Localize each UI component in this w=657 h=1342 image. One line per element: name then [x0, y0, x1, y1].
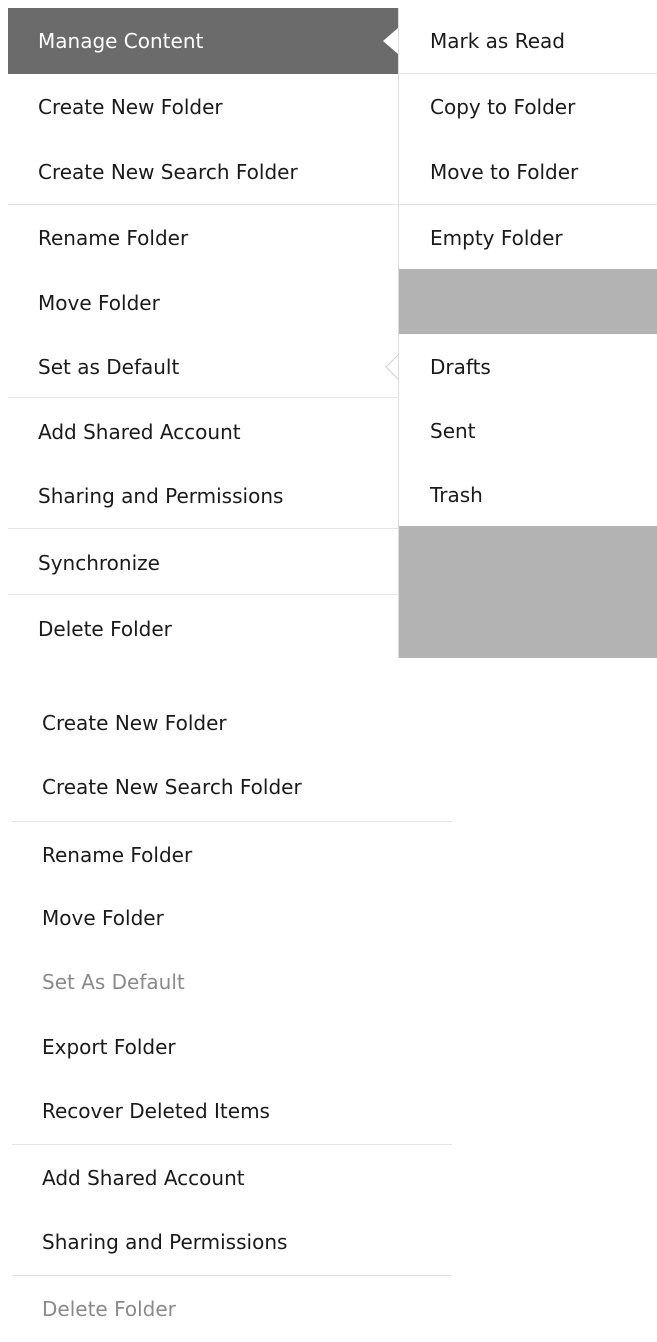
menu-item-rename-folder[interactable]: Rename Folder — [8, 205, 398, 271]
menu-item-sharing-and-permissions[interactable]: Sharing and Permissions — [8, 463, 398, 529]
submenu-item-move-to-folder[interactable]: Move to Folder — [399, 139, 657, 205]
menu-item-set-as-default: Set As Default — [42, 970, 185, 994]
submenu-item-empty-folder[interactable]: Empty Folder — [399, 205, 657, 271]
folder-context-menu: Manage Content Create New Folder Create … — [8, 8, 398, 658]
submenu-filler — [399, 526, 657, 658]
folder-context-menu-alt: Create New Folder Create New Search Fold… — [12, 690, 452, 1333]
menu-item-delete-folder: Delete Folder — [42, 1297, 176, 1321]
menu-item-delete-folder[interactable]: Delete Folder — [8, 596, 398, 662]
submenu-pointer-icon — [385, 354, 399, 380]
menu-item-manage-content[interactable]: Manage Content — [8, 8, 398, 74]
menu-item-create-new-search-folder[interactable]: Create New Search Folder — [8, 139, 398, 205]
menu-item-rename-folder[interactable]: Rename Folder — [12, 822, 452, 888]
menu-item-export-folder[interactable]: Export Folder — [12, 1014, 452, 1080]
submenu-item-mark-as-read[interactable]: Mark as Read — [399, 8, 657, 74]
menu-item-sharing-and-permissions[interactable]: Sharing and Permissions — [12, 1209, 452, 1275]
submenu-item-drafts[interactable]: Drafts — [399, 334, 657, 400]
submenu-item-trash[interactable]: Trash — [399, 462, 657, 528]
menu-item-create-new-folder[interactable]: Create New Folder — [8, 74, 398, 140]
menu-separator — [8, 594, 398, 595]
menu-item-move-folder[interactable]: Move Folder — [12, 885, 452, 951]
menu-separator — [8, 397, 398, 398]
menu-item-synchronize[interactable]: Synchronize — [8, 530, 398, 596]
menu-item-create-new-folder[interactable]: Create New Folder — [12, 690, 452, 756]
set-default-submenu: Drafts Sent Trash — [398, 334, 657, 658]
menu-item-set-as-default[interactable]: Set as Default — [8, 334, 398, 400]
menu-item-move-folder[interactable]: Move Folder — [8, 270, 398, 336]
menu-item-add-shared-account[interactable]: Add Shared Account — [8, 399, 398, 465]
submenu-item-copy-to-folder[interactable]: Copy to Folder — [399, 74, 657, 140]
menu-separator — [8, 528, 398, 529]
submenu-filler — [399, 269, 657, 334]
manage-content-submenu: Mark as Read Copy to Folder Move to Fold… — [398, 8, 657, 334]
submenu-pointer-icon — [383, 28, 398, 54]
menu-item-add-shared-account[interactable]: Add Shared Account — [12, 1145, 452, 1211]
menu-item-recover-deleted-items[interactable]: Recover Deleted Items — [12, 1078, 452, 1144]
submenu-item-sent[interactable]: Sent — [399, 398, 657, 464]
menu-item-create-new-search-folder[interactable]: Create New Search Folder — [12, 754, 452, 820]
